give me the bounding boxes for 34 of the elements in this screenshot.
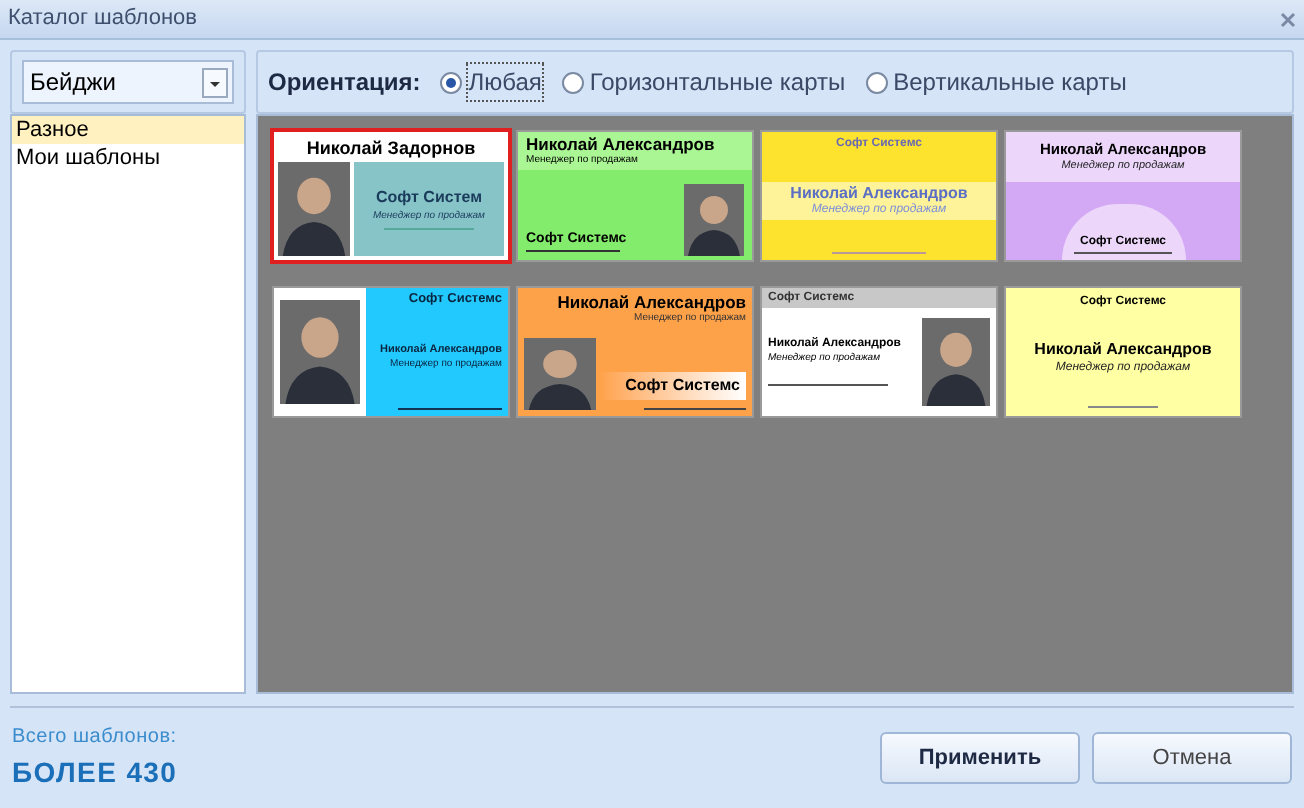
card-name: Николай Александров [1034, 341, 1212, 357]
fine-print-line [643, 408, 746, 410]
caret-icon [202, 67, 228, 97]
fine-print-line [398, 408, 502, 410]
close-icon[interactable] [1280, 11, 1296, 27]
card-name: Николай Александров [526, 136, 717, 153]
orientation-label: Ориентация: [268, 66, 421, 100]
card-company: Софт Систем [375, 189, 483, 205]
apply-button[interactable]: Применить [880, 732, 1080, 784]
templates-caption: Всего шаблонов: [12, 724, 178, 752]
fine-print-line [832, 252, 926, 254]
card-name: Николай Александров [557, 294, 746, 311]
fine-print-line [768, 384, 888, 386]
orientation-radio[interactable]: Вертикальные карты [865, 64, 1127, 100]
templates-count: БОЛЕЕ 430 [12, 754, 178, 792]
fine-print-line [1073, 252, 1173, 254]
fine-print-line [1087, 406, 1159, 408]
card-name: Николай Александров [790, 186, 968, 202]
sidebar-item[interactable]: Мои шаблоны [12, 144, 244, 172]
card-name: Николай Задорнов [304, 136, 478, 162]
card-company: Софт Системс [625, 378, 740, 394]
person-photo-placeholder [524, 338, 596, 410]
person-photo-placeholder [684, 184, 744, 256]
cancel-button[interactable]: Отмена [1092, 732, 1292, 784]
orientation-radio[interactable]: Любая [440, 64, 542, 100]
person-photo-placeholder [922, 318, 990, 406]
fine-print-line [526, 250, 621, 252]
sidebar-item[interactable]: Разное [12, 116, 244, 144]
person-photo-placeholder [280, 300, 360, 404]
fine-print-line [384, 227, 474, 229]
orientation-radio[interactable]: Горизонтальные карты [561, 64, 846, 100]
person-photo-placeholder [278, 162, 350, 256]
window-title: Каталог шаблонов [8, 4, 197, 35]
category-dropdown[interactable]: Бейджи [22, 60, 234, 104]
